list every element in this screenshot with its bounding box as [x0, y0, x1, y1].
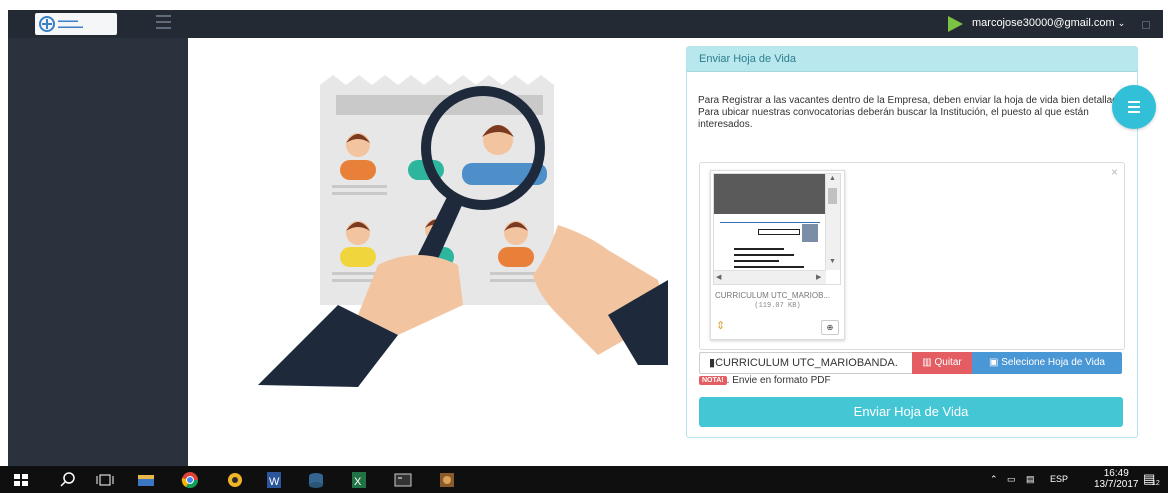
file-explorer-icon[interactable] — [136, 470, 156, 490]
browser-icon[interactable] — [225, 470, 245, 490]
logo-cross-icon — [39, 16, 55, 32]
screen-edge-left — [0, 10, 8, 466]
clock-time: 16:49 — [1103, 468, 1129, 479]
chevron-up-icon[interactable]: ⌃ — [990, 474, 998, 485]
logo-lettering: ▬▬▬▬ ▬▬▬▬▬ — [58, 18, 83, 30]
chrome-icon[interactable] — [180, 470, 200, 490]
file-preview-card: ▲ ▼ ◀ ▶ CURRICULUM UTC_MARIOB... (119.07… — [710, 170, 845, 340]
vertical-scrollbar[interactable]: ▲ ▼ — [825, 174, 840, 270]
battery-icon[interactable]: ▭ — [1007, 474, 1016, 485]
pdf-thumbnail[interactable]: ▲ ▼ ◀ ▶ — [713, 173, 841, 285]
preview-file-name: CURRICULUM UTC_MARIOB... — [715, 291, 831, 300]
trash-icon: ▥ — [922, 357, 935, 368]
database-icon[interactable] — [306, 470, 326, 490]
submit-cv-button[interactable]: Enviar Hoja de Vida — [699, 397, 1123, 427]
menu-icon[interactable] — [1112, 85, 1156, 129]
word-icon[interactable]: W — [264, 470, 284, 490]
play-icon — [948, 16, 963, 32]
remove-file-label: Quitar — [934, 357, 962, 368]
format-note: NOTA!. Envie en formato PDF — [699, 375, 831, 386]
menu-icon[interactable] — [156, 15, 171, 31]
move-icon[interactable]: ⇕ — [716, 319, 725, 332]
select-cv-label: Selecione Hoja de Vida — [1001, 357, 1105, 368]
language-indicator[interactable]: ESP — [1050, 474, 1068, 484]
user-email: marcojose30000@gmail.com — [972, 17, 1115, 29]
clock-date: 13/7/2017 — [1094, 479, 1139, 490]
network-icon[interactable]: ▤ — [1026, 474, 1035, 485]
excel-icon[interactable]: X — [349, 470, 369, 490]
file-caption-text: CURRICULUM UTC_MARIOBANDA. — [715, 357, 898, 369]
resume-search-illustration — [258, 75, 668, 387]
chevron-down-icon: ⌄ — [1117, 18, 1126, 28]
preview-file-size: (119.07 KB) — [754, 302, 801, 310]
user-menu[interactable]: marcojose30000@gmail.com ⌄ — [972, 17, 1125, 29]
horizontal-scrollbar[interactable]: ◀ ▶ — [714, 270, 826, 284]
terminal-icon[interactable] — [393, 470, 413, 490]
panel-description: Para Registrar a las vacantes dentro de … — [698, 95, 1128, 131]
panel-title: Enviar Hoja de Vida — [687, 47, 1137, 72]
note-text: . Envie en formato PDF — [726, 375, 831, 386]
windows-icon[interactable] — [11, 470, 31, 490]
close-icon[interactable]: × — [1111, 165, 1118, 179]
screen-edge-right — [1163, 10, 1168, 466]
app-icon[interactable] — [437, 470, 457, 490]
file-input-group: ▮CURRICULUM UTC_MARIOBANDA. ▥ Quitar ▣ S… — [699, 352, 1123, 374]
image-icon: ▣ — [988, 357, 1002, 368]
window-square-icon[interactable] — [1142, 21, 1150, 29]
file-caption[interactable]: ▮CURRICULUM UTC_MARIOBANDA. — [699, 352, 922, 374]
zoom-in-icon[interactable]: ⊕ — [821, 320, 839, 335]
top-navbar: ▬▬▬▬ ▬▬▬▬▬ marcojose30000@gmail.com ⌄ — [8, 10, 1163, 38]
note-badge: NOTA! — [699, 375, 727, 385]
clock[interactable]: 16:49 13/7/2017 — [1094, 468, 1139, 490]
brand-logo[interactable]: ▬▬▬▬ ▬▬▬▬▬ — [35, 13, 117, 35]
task-view-icon[interactable] — [95, 470, 115, 490]
remove-file-button[interactable]: ▥ Quitar — [912, 352, 972, 374]
svg-text:X: X — [354, 476, 362, 488]
description-line-2: Para ubicar nuestras convocatorias deber… — [698, 107, 1089, 130]
search-icon[interactable] — [58, 470, 78, 490]
description-line-1: Para Registrar a las vacantes dentro de … — [698, 95, 1127, 106]
windows-taskbar: W X ⌃ ▭ ▤ ESP 16:49 13/7/2017 ▤ 12 — [0, 466, 1168, 493]
select-cv-button[interactable]: ▣ Selecione Hoja de Vida — [972, 352, 1122, 374]
sidebar — [8, 38, 188, 466]
notification-count: 12 — [1152, 480, 1160, 487]
screen-edge-top — [0, 0, 1168, 10]
svg-text:W: W — [269, 476, 280, 488]
